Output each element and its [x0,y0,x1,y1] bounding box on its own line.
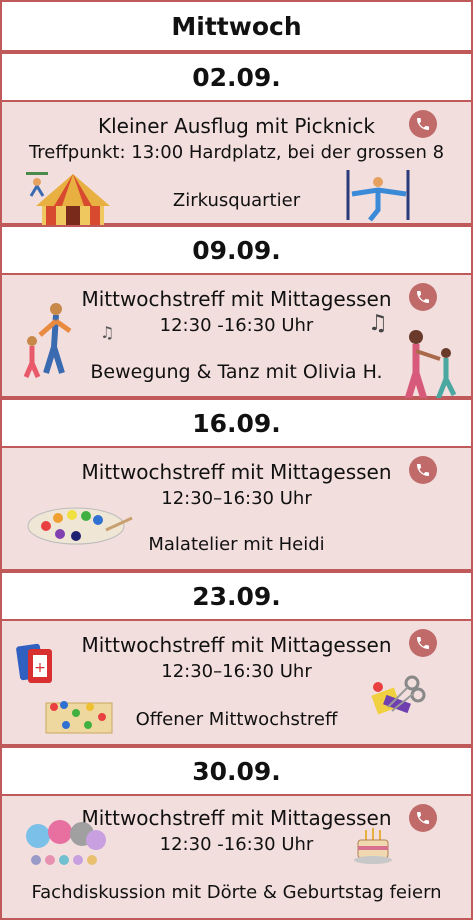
date-label: 23.09. [192,581,281,611]
phone-icon[interactable] [409,629,437,657]
svg-text:+: + [34,660,46,676]
event-title: Mittwochstreff mit Mittagessen [2,460,471,484]
date-label: 02.09. [192,62,281,92]
aerial-acrobat-icon [342,168,414,228]
page-title: Mittwoch [0,0,473,52]
board-game-icon [44,693,114,741]
event-info: Treffpunkt: 13:00 Hardplatz, bei der gro… [28,142,445,163]
page-title-text: Mittwoch [171,11,302,41]
event-description: Fachdiskussion mit Dörte & Geburtstag fe… [31,882,442,903]
phone-icon[interactable] [409,283,437,311]
event-title: Kleiner Ausflug mit Picknick [97,114,375,138]
dancing-family-icon [18,301,78,385]
event-title-part: Mittagessen [269,460,392,484]
speech-bubbles-icon [24,820,106,876]
event-title-part: mit [224,633,270,657]
birthday-cake-icon [352,826,394,870]
phone-icon[interactable] [409,456,437,484]
event-title-part: mit [224,287,270,311]
event-card-3: Mittwochstreff mit Mittagessen 12:30–16:… [0,446,473,571]
date-header-3: 16.09. [0,398,473,448]
date-header-5: 30.09. [0,746,473,796]
phone-icon[interactable] [409,804,437,832]
music-notes-icon: ♫ [368,311,388,336]
date-label: 09.09. [192,235,281,265]
music-notes-icon: ♫ [100,323,115,342]
event-card-4: Mittwochstreff mit Mittagessen 12:30–16:… [0,619,473,746]
event-title: Mittwochstreff mit Mittagessen [2,633,471,657]
phone-icon[interactable] [409,110,437,138]
date-header-2: 09.09. [0,225,473,275]
event-title-part: Mittagessen [269,633,392,657]
event-title-part: mit [224,806,270,830]
event-title-part: Mittwochstreff [81,287,225,311]
card-game-icon: + [16,641,56,691]
craft-supplies-icon [368,673,426,725]
date-header-1: 02.09. [0,52,473,102]
event-card-2: Mittwochstreff mit Mittagessen 12:30 -16… [0,273,473,401]
date-label: 16.09. [192,408,281,438]
event-title-part: Mittwochstreff [81,460,225,484]
event-title-part: Mittagessen [269,287,392,311]
date-header-4: 23.09. [0,571,473,621]
event-title-part: mit [224,460,270,484]
event-card-1: Kleiner Ausflug mit Picknick Treffpunkt:… [0,100,473,232]
date-label: 30.09. [192,756,281,786]
dancing-pair-icon [400,329,464,405]
event-title-part: Mittwochstreff [81,633,225,657]
event-card-5: Mittwochstreff mit Mittagessen 12:30 -16… [0,794,473,920]
paint-palette-icon [26,504,134,550]
